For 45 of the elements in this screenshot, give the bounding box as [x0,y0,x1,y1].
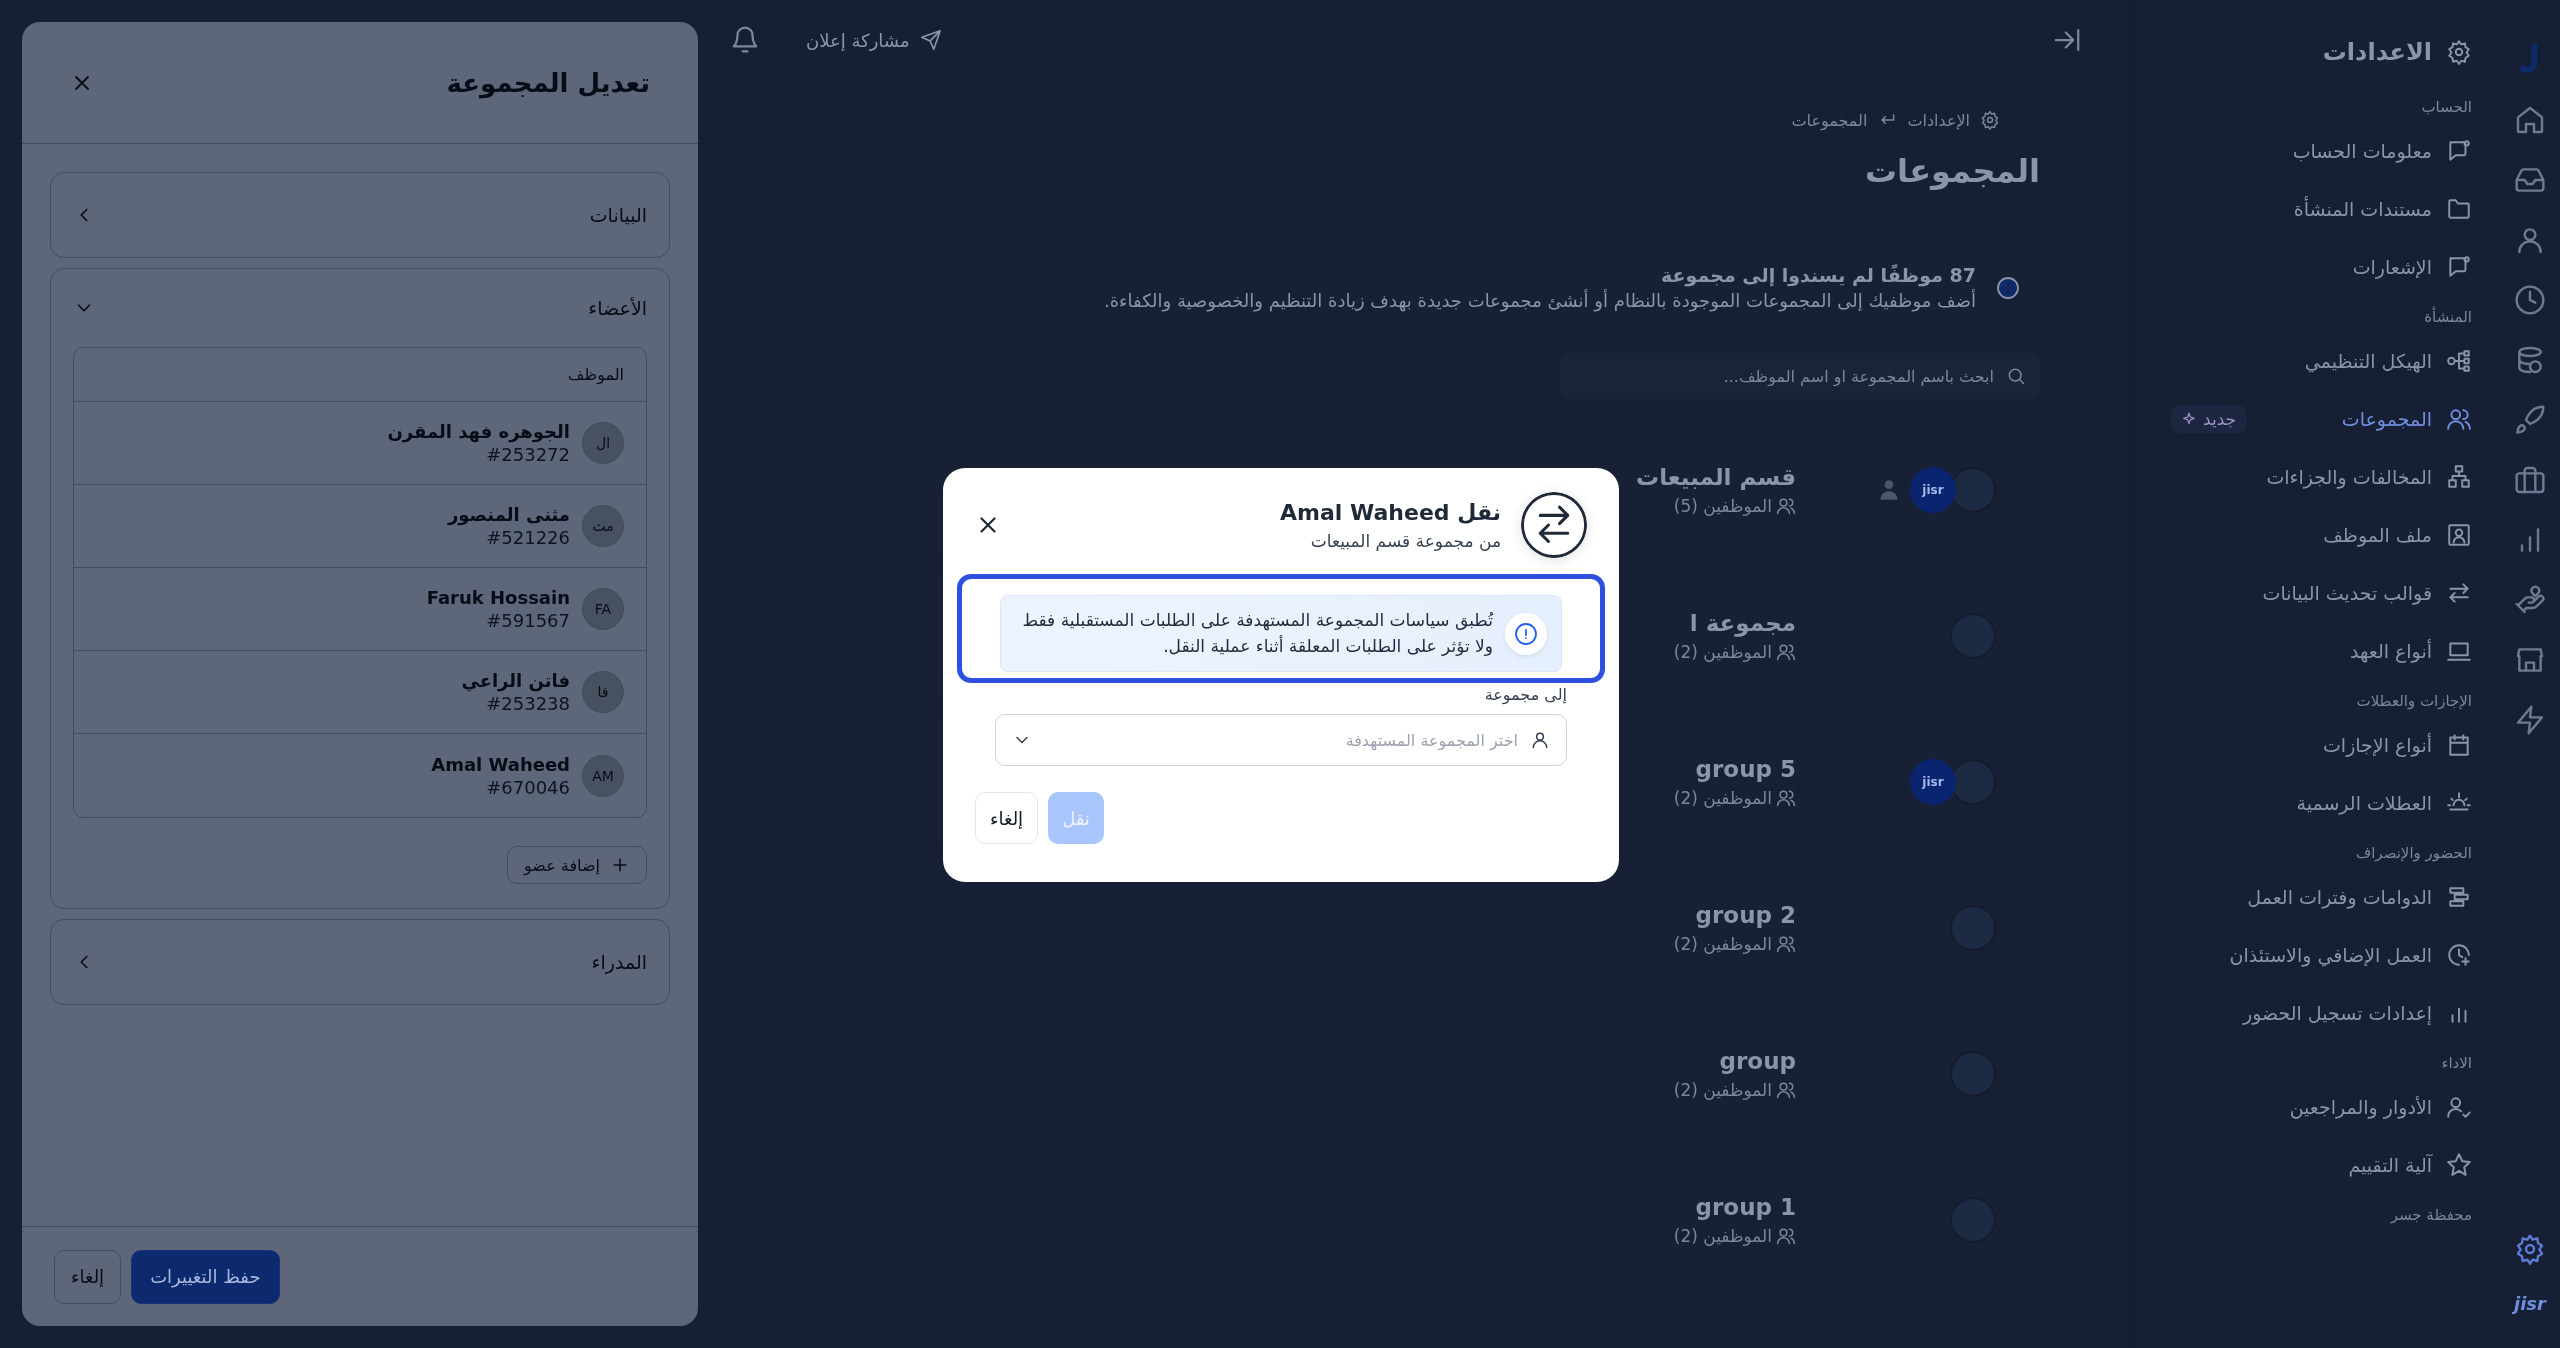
group-name: group 5 [1694,756,1796,782]
logo-avatar: jisr [1910,759,1956,805]
initials-avatar: FA [582,588,624,630]
member-name: Faruk Hossain [426,587,570,608]
banner-text: أضف موظفيك إلى المجموعات الموجودة بالنظام أو أنشئ مجموعات جديدة بهدف زيادة التنظيم والخصوصية والكفاءة. [1103,290,1976,311]
member-id: #670046 [485,776,570,798]
new-badge: جديد [2171,405,2247,433]
member-count: الموظفين (5) [1673,496,1772,516]
initials-avatar: فا [582,671,624,713]
member-id: #521226 [485,527,570,548]
section-label: الحساب [2420,98,2472,116]
banner-title: 87 موظفًا لم يسندوا إلى مجموعة [1660,264,1976,286]
initials-avatar: مث [582,505,624,547]
notice-text: تُطبق سياسات المجموعة المستهدفة على الطلبات المستقبلية فقط ولا تؤثر على الطلبات المعلقة أثناء عملية النقل. [1021,609,1493,658]
member-count: الموظفين (2) [1673,1080,1772,1100]
section-label: الاداء [2440,1054,2472,1072]
member-count: الموظفين (2) [1673,788,1772,808]
member-id: #253238 [485,693,570,714]
group-name: group [1718,1048,1796,1074]
group-name: مجموعة ا [1688,610,1796,636]
drawer-title: تعديل المجموعة [446,67,650,98]
member-count: الموظفين (2) [1673,1226,1772,1246]
group-name: group 2 [1694,902,1796,928]
member-name: فاتن الراعي [461,670,570,691]
member-name: مثنى المنصور [447,504,570,525]
sidebar-title: الاعدادات [2322,38,2432,66]
initials-avatar: ال [582,422,624,464]
section-label: المنشأة [2423,308,2472,326]
section-label: الإجازات والعطلات [2355,692,2472,710]
dialog-title: نقل Amal Waheed [1279,499,1501,525]
section-label: محفظة جسر [2389,1206,2472,1224]
group-name: قسم المبيعات [1636,464,1796,490]
dialog-subtitle: من مجموعة قسم المبيعات [1309,530,1501,551]
member-name: Amal Waheed [431,753,570,775]
section-label: الحضور والإنصراف [2354,844,2472,862]
member-id: #591567 [485,610,570,631]
group-name: group 1 [1694,1194,1796,1220]
logo-avatar: jisr [1910,467,1956,513]
column-header: الموظف [567,365,624,384]
initials-avatar: AM [582,754,624,797]
member-count: الموظفين (2) [1673,642,1772,662]
member-id: #253272 [485,444,570,465]
member-name: الجوهره فهد المقرن [387,421,570,442]
member-count: الموظفين (2) [1673,934,1772,954]
page-title: المجموعات [1864,152,2040,190]
